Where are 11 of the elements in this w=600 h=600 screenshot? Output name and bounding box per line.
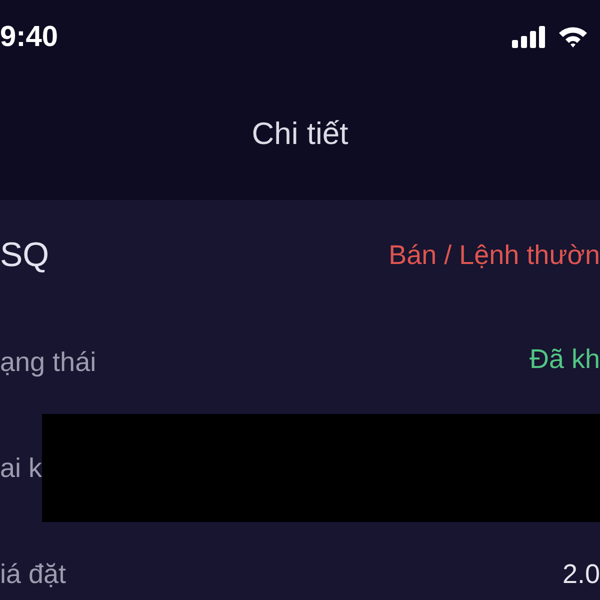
field-value: Đã kh [529,342,600,376]
field-label: ai k [0,452,42,484]
page-title: Chi tiết [252,116,348,152]
order-type: Bán / Lệnh thườn [388,240,600,270]
status-time: 9:40 [0,20,58,54]
stock-symbol: SQ [0,236,50,274]
wifi-icon [558,26,588,48]
field-label: iá đặt [0,558,66,590]
field-value: 2.0 [562,558,600,590]
field-label: ạng thái [0,346,96,378]
signal-icon [512,26,548,48]
